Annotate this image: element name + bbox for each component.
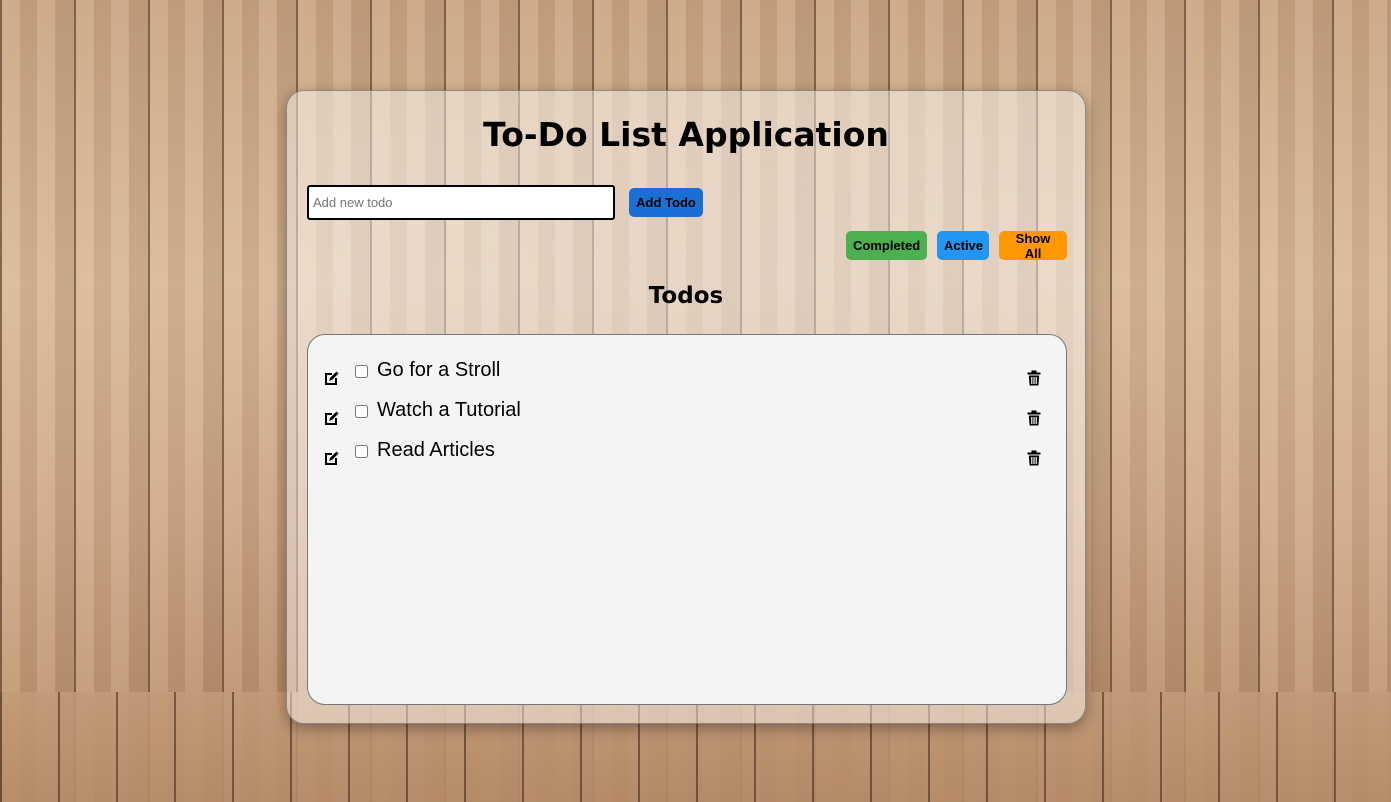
- todo-checkbox[interactable]: [355, 365, 368, 378]
- todo-item: Watch a Tutorial: [308, 399, 1066, 430]
- filter-show-all-button[interactable]: Show All: [999, 231, 1067, 261]
- add-todo-button[interactable]: Add Todo: [629, 188, 703, 217]
- todo-checkbox[interactable]: [355, 445, 368, 458]
- todo-item: Go for a Stroll: [308, 359, 1066, 390]
- edit-icon[interactable]: [324, 450, 340, 466]
- todo-text: Read Articles: [377, 439, 495, 461]
- todo-item: Read Articles: [308, 439, 1066, 470]
- app-title: To-Do List Application: [483, 115, 889, 154]
- filter-completed-button[interactable]: Completed: [846, 231, 927, 260]
- new-todo-input[interactable]: [307, 185, 615, 220]
- trash-icon[interactable]: [1027, 410, 1041, 426]
- trash-icon[interactable]: [1027, 370, 1041, 386]
- todo-app-panel: To-Do List Application Add Todo Complete…: [286, 90, 1086, 724]
- filter-active-button[interactable]: Active: [937, 231, 989, 260]
- trash-icon[interactable]: [1027, 450, 1041, 466]
- todos-heading: Todos: [648, 283, 724, 309]
- edit-icon[interactable]: [324, 370, 340, 386]
- todo-list: Go for a Stroll Watch a Tutorial Read Ar…: [307, 334, 1067, 705]
- todo-text: Watch a Tutorial: [377, 399, 521, 421]
- todo-text: Go for a Stroll: [377, 359, 501, 381]
- edit-icon[interactable]: [324, 410, 340, 426]
- todo-checkbox[interactable]: [355, 405, 368, 418]
